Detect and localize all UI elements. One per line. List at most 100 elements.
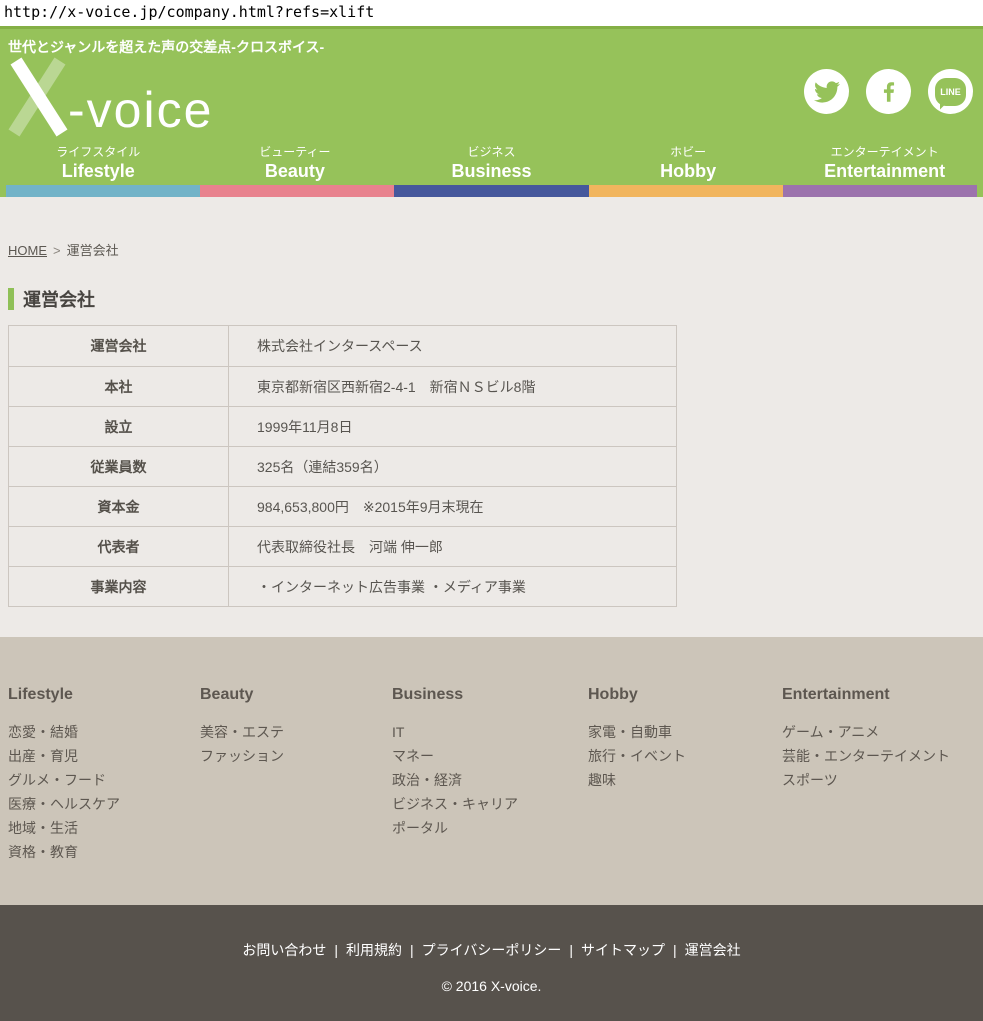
nav-label-en: Entertainment: [786, 160, 983, 182]
row-value: 株式会社インタースペース: [229, 326, 676, 366]
footer-link-company[interactable]: 運営会社: [685, 942, 741, 958]
nav-label-jp: ビジネス: [393, 144, 590, 160]
line-icon[interactable]: LINE: [928, 69, 973, 114]
line-label: LINE: [940, 87, 961, 97]
logo-text: -voice: [68, 85, 213, 135]
site-tagline: 世代とジャンルを超えた声の交差点-クロスボイス-: [8, 37, 324, 57]
row-value: ・インターネット広告事業 ・メディア事業: [229, 567, 676, 606]
breadcrumb: HOME > 運営会社: [8, 240, 983, 259]
row-label: 代表者: [9, 527, 229, 566]
row-label: 資本金: [9, 487, 229, 526]
table-row: 従業員数 325名（連結359名）: [9, 446, 676, 486]
footer-link-separator: |: [410, 942, 414, 958]
table-row: 代表者 代表取締役社長 河端 伸一郎: [9, 526, 676, 566]
sitemap-link[interactable]: 旅行・イベント: [588, 744, 782, 768]
footer-link-sitemap[interactable]: サイトマップ: [581, 942, 665, 958]
sitemap-link[interactable]: グルメ・フード: [8, 768, 200, 792]
site-header: 世代とジャンルを超えた声の交差点-クロスボイス- -voice: [0, 26, 983, 185]
footer-link-terms[interactable]: 利用規約: [346, 942, 402, 958]
sitemap-link[interactable]: 地域・生活: [8, 816, 200, 840]
row-label: 設立: [9, 407, 229, 446]
nav-label-jp: エンターテイメント: [786, 144, 983, 160]
twitter-icon[interactable]: [804, 69, 849, 114]
sitemap-link[interactable]: ポータル: [392, 816, 588, 840]
main-content: HOME > 運営会社 運営会社 運営会社 株式会社インタースペース 本社 東京都新…: [0, 197, 983, 637]
sitemap-link[interactable]: マネー: [392, 744, 588, 768]
sitemap-link[interactable]: 恋愛・結婚: [8, 720, 200, 744]
page: http://x-voice.jp/company.html?refs=xlif…: [0, 0, 983, 1021]
address-bar[interactable]: http://x-voice.jp/company.html?refs=xlif…: [0, 0, 983, 26]
nav-label-jp: ビューティー: [197, 144, 394, 160]
facebook-icon[interactable]: [866, 69, 911, 114]
table-row: 本社 東京都新宿区西新宿2-4-1 新宿ＮＳビル8階: [9, 366, 676, 406]
sitemap-link[interactable]: 芸能・エンターテイメント: [782, 744, 983, 768]
nav-label-en: Beauty: [197, 160, 394, 182]
footer-link-privacy[interactable]: プライバシーポリシー: [422, 942, 562, 958]
table-row: 運営会社 株式会社インタースペース: [9, 326, 676, 366]
sitemap-link[interactable]: ビジネス・キャリア: [392, 792, 588, 816]
social-links: LINE: [804, 69, 973, 114]
sitemap-column-beauty: Beauty 美容・エステ ファッション: [200, 686, 392, 905]
row-label: 事業内容: [9, 567, 229, 606]
row-label: 従業員数: [9, 447, 229, 486]
page-title-text: 運営会社: [23, 286, 95, 312]
site-logo[interactable]: -voice: [6, 57, 213, 137]
breadcrumb-separator: >: [53, 243, 61, 258]
nav-label-en: Lifestyle: [0, 160, 197, 182]
sitemap-link[interactable]: ゲーム・アニメ: [782, 720, 983, 744]
breadcrumb-current: 運営会社: [67, 243, 119, 258]
nav-label-jp: ホビー: [590, 144, 787, 160]
copyright-text: © 2016 X-voice.: [0, 978, 983, 994]
company-info-table: 運営会社 株式会社インタースペース 本社 東京都新宿区西新宿2-4-1 新宿ＮＳ…: [8, 325, 677, 607]
table-row: 事業内容 ・インターネット広告事業 ・メディア事業: [9, 566, 676, 606]
sitemap-column-business: Business IT マネー 政治・経済 ビジネス・キャリア ポータル: [392, 686, 588, 905]
page-title: 運営会社: [8, 286, 983, 312]
nav-item-hobby[interactable]: ホビー Hobby: [590, 144, 787, 182]
footer-link-contact[interactable]: お問い合わせ: [242, 942, 326, 958]
footer-link-separator: |: [334, 942, 338, 958]
table-row: 資本金 984,653,800円 ※2015年9月末現在: [9, 486, 676, 526]
nav-label-en: Business: [393, 160, 590, 182]
row-value: 代表取締役社長 河端 伸一郎: [229, 527, 676, 566]
sitemap-column-title: Entertainment: [782, 686, 983, 704]
nav-item-entertainment[interactable]: エンターテイメント Entertainment: [786, 144, 983, 182]
footer-links: お問い合わせ|利用規約|プライバシーポリシー|サイトマップ|運営会社: [0, 940, 983, 960]
sitemap-link[interactable]: ファッション: [200, 744, 392, 768]
main-nav: ライフスタイル Lifestyle ビューティー Beauty ビジネス Bus…: [0, 144, 983, 182]
sitemap-link[interactable]: 家電・自動車: [588, 720, 782, 744]
nav-bar-entertainment: [783, 185, 977, 197]
sitemap-link[interactable]: 資格・教育: [8, 840, 200, 864]
breadcrumb-home-link[interactable]: HOME: [8, 243, 47, 258]
sitemap-link[interactable]: 政治・経済: [392, 768, 588, 792]
title-accent-bar: [8, 288, 14, 310]
sitemap-link[interactable]: 出産・育児: [8, 744, 200, 768]
nav-label-jp: ライフスタイル: [0, 144, 197, 160]
sitemap-link[interactable]: スポーツ: [782, 768, 983, 792]
nav-color-bars: [0, 185, 983, 197]
logo-x-icon: [6, 57, 70, 137]
nav-bar-lifestyle: [6, 185, 200, 197]
sitemap-link[interactable]: 趣味: [588, 768, 782, 792]
row-value: 984,653,800円 ※2015年9月末現在: [229, 487, 676, 526]
nav-bar-business: [394, 185, 588, 197]
footer-link-separator: |: [569, 942, 573, 958]
nav-item-beauty[interactable]: ビューティー Beauty: [197, 144, 394, 182]
sitemap-link[interactable]: 医療・ヘルスケア: [8, 792, 200, 816]
sitemap-column-title: Business: [392, 686, 588, 704]
row-value: 東京都新宿区西新宿2-4-1 新宿ＮＳビル8階: [229, 367, 676, 406]
url-text[interactable]: http://x-voice.jp/company.html?refs=xlif…: [4, 3, 374, 21]
sitemap-column-lifestyle: Lifestyle 恋愛・結婚 出産・育児 グルメ・フード 医療・ヘルスケア 地…: [8, 686, 200, 905]
footer-bottom: お問い合わせ|利用規約|プライバシーポリシー|サイトマップ|運営会社 © 201…: [0, 905, 983, 1021]
nav-bar-beauty: [200, 185, 394, 197]
nav-item-lifestyle[interactable]: ライフスタイル Lifestyle: [0, 144, 197, 182]
nav-bar-hobby: [589, 185, 783, 197]
sitemap-link[interactable]: 美容・エステ: [200, 720, 392, 744]
row-label: 運営会社: [9, 326, 229, 366]
nav-item-business[interactable]: ビジネス Business: [393, 144, 590, 182]
sitemap-column-title: Lifestyle: [8, 686, 200, 704]
nav-label-en: Hobby: [590, 160, 787, 182]
row-label: 本社: [9, 367, 229, 406]
row-value: 325名（連結359名）: [229, 447, 676, 486]
sitemap-link[interactable]: IT: [392, 720, 588, 744]
line-bubble: LINE: [935, 78, 966, 106]
